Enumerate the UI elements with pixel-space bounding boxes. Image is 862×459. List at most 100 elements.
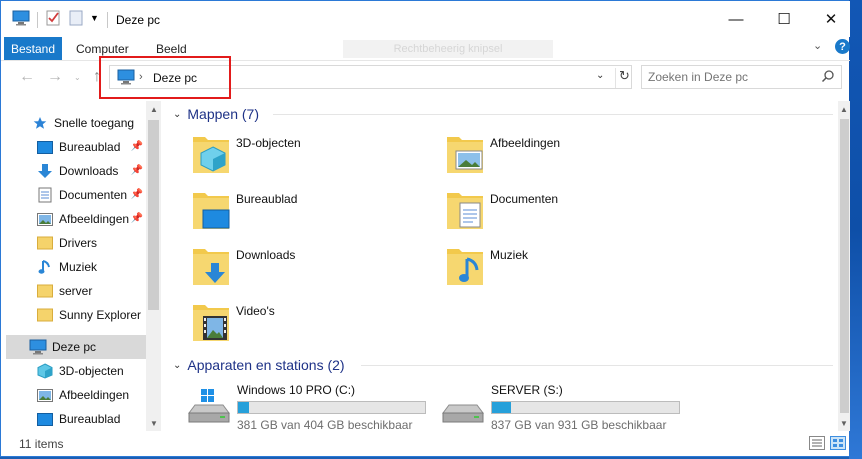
download-icon <box>191 243 231 290</box>
pc-icon[interactable] <box>12 10 30 29</box>
refresh-icon[interactable]: ↻ <box>615 68 633 88</box>
drive-tile-s[interactable]: SERVER (S:) 837 GB van 931 GB beschikbaa… <box>441 383 691 432</box>
qa-separator <box>37 12 38 28</box>
maximize-button[interactable]: ☐ <box>761 1 807 37</box>
star-icon <box>31 115 49 131</box>
sidebar-item-deze-pc[interactable]: Deze pc <box>6 335 146 359</box>
sidebar-item-label: Afbeeldingen <box>59 212 130 226</box>
details-view-icon[interactable] <box>809 436 825 450</box>
drive-label: SERVER (S:) <box>491 383 563 397</box>
sidebar-item-afbeeldingen-pc[interactable]: Afbeeldingen <box>36 383 146 407</box>
sidebar-item-label: Afbeeldingen <box>59 388 130 402</box>
scroll-down-icon[interactable]: ▼ <box>840 419 848 428</box>
drive-usage-fill <box>492 402 511 413</box>
sidebar-item-documenten[interactable]: Documenten 📌 <box>36 183 146 207</box>
customize-qa-icon[interactable]: ▼ <box>90 13 99 23</box>
minimize-button[interactable]: — <box>713 1 759 37</box>
scroll-up-icon[interactable]: ▲ <box>840 105 848 114</box>
tab-bestand[interactable]: Bestand <box>4 37 62 60</box>
sidebar-item-server[interactable]: server <box>36 279 146 303</box>
chevron-down-icon[interactable]: ⌄ <box>173 109 181 120</box>
desktop-icon <box>36 411 54 427</box>
drive-usage-bar <box>237 401 426 414</box>
folder-tile-documenten[interactable]: Documenten <box>445 187 685 241</box>
folder-tile-downloads[interactable]: Downloads <box>191 243 431 297</box>
item-count: 11 items <box>19 437 64 451</box>
recent-locations-icon[interactable]: ⌄ <box>74 73 81 82</box>
sidebar-item-sunny-explorer[interactable]: Sunny Explorer <box>36 303 146 327</box>
video-icon <box>191 299 231 346</box>
group-divider <box>361 365 833 366</box>
sidebar-item-downloads[interactable]: Downloads 📌 <box>36 159 146 183</box>
contextual-tab[interactable]: Rechtbeheerig knipsel <box>343 40 553 58</box>
folder-icon <box>36 307 54 323</box>
folder-tile-3d-objecten[interactable]: 3D-objecten <box>191 131 431 185</box>
sidebar-item-3d-objecten[interactable]: 3D-objecten <box>36 359 146 383</box>
pin-icon[interactable]: 📌 <box>131 189 143 200</box>
content-scrollbar-thumb[interactable] <box>840 119 849 413</box>
title-bar: ▼ Deze pc — ☐ ✕ <box>1 1 850 37</box>
sidebar-item-label: server <box>59 284 93 298</box>
properties-icon[interactable] <box>46 10 60 29</box>
music-icon <box>445 243 485 290</box>
group-header-mappen[interactable]: ⌄ Mappen (7) <box>173 104 259 124</box>
3d-objects-icon <box>36 363 54 379</box>
desktop-icon <box>36 139 54 155</box>
folder-tile-afbeeldingen[interactable]: Afbeeldingen <box>445 131 685 185</box>
tab-beeld[interactable]: Beeld <box>156 42 187 56</box>
scroll-up-icon[interactable]: ▲ <box>150 105 158 114</box>
sidebar-item-label: Sunny Explorer <box>59 308 142 322</box>
folder-label: Muziek <box>490 248 529 262</box>
close-button[interactable]: ✕ <box>808 1 854 37</box>
search-icon[interactable] <box>821 69 835 86</box>
sidebar-item-muziek[interactable]: Muziek <box>36 255 146 279</box>
folder-label: Documenten <box>490 192 559 206</box>
pin-icon[interactable]: 📌 <box>131 141 143 152</box>
download-icon <box>36 163 54 179</box>
sidebar-item-bureaublad[interactable]: Bureaublad 📌 <box>36 135 146 159</box>
folder-tile-videos[interactable]: Video's <box>191 299 431 353</box>
title-separator <box>107 12 108 28</box>
sidebar-item-quick-access[interactable]: Snelle toegang <box>31 111 146 135</box>
sidebar-item-label: Muziek <box>59 260 98 274</box>
sidebar-item-drivers[interactable]: Drivers <box>36 231 146 255</box>
explorer-window: ▼ Deze pc — ☐ ✕ Bestand Computer Beeld R… <box>0 0 850 458</box>
pictures-icon <box>36 211 54 227</box>
group-header-apparaten[interactable]: ⌄ Apparaten en stations (2) <box>173 355 345 375</box>
search-input[interactable] <box>648 69 818 85</box>
chevron-down-icon[interactable]: ⌄ <box>173 360 181 371</box>
sidebar-item-afbeeldingen[interactable]: Afbeeldingen 📌 <box>36 207 146 231</box>
sidebar-item-label: Drivers <box>59 236 97 250</box>
folder-tile-bureaublad[interactable]: Bureaublad <box>191 187 431 241</box>
address-highlight-box <box>99 56 231 99</box>
folder-icon <box>36 235 54 251</box>
new-folder-icon[interactable] <box>69 10 83 29</box>
pin-icon[interactable]: 📌 <box>131 165 143 176</box>
tab-computer[interactable]: Computer <box>76 42 129 56</box>
search-box[interactable] <box>641 65 842 89</box>
status-bar: 11 items <box>1 431 850 458</box>
folder-label: Downloads <box>236 248 296 262</box>
sidebar-item-bureaublad-pc[interactable]: Bureaublad <box>36 407 146 431</box>
sidebar-scrollbar-thumb[interactable] <box>148 120 159 310</box>
address-dropdown-icon[interactable]: ⌄ <box>596 70 604 81</box>
help-icon[interactable]: ? <box>835 39 850 54</box>
drive-free-space: 381 GB van 404 GB beschikbaar <box>237 418 413 432</box>
navigation-pane: Snelle toegang Bureaublad 📌 Downloads 📌 … <box>1 101 161 431</box>
drive-label: Windows 10 PRO (C:) <box>237 383 356 397</box>
pictures-icon <box>36 387 54 403</box>
forward-button[interactable]: → <box>47 68 63 86</box>
back-button[interactable]: ← <box>19 68 35 86</box>
pin-icon[interactable]: 📌 <box>131 213 143 224</box>
drive-usage-fill <box>238 402 250 413</box>
chevron-down-icon[interactable]: ⌄ <box>813 39 822 52</box>
documents-icon <box>36 187 54 203</box>
pictures-icon <box>445 131 485 178</box>
large-icons-view-icon[interactable] <box>830 436 846 450</box>
drive-tile-c[interactable]: Windows 10 PRO (C:) 381 GB van 404 GB be… <box>187 383 437 432</box>
scroll-down-icon[interactable]: ▼ <box>150 419 158 428</box>
folder-tile-muziek[interactable]: Muziek <box>445 243 685 297</box>
group-title: Mappen (7) <box>187 106 259 122</box>
drive-icon <box>441 389 485 428</box>
music-icon <box>36 259 54 275</box>
